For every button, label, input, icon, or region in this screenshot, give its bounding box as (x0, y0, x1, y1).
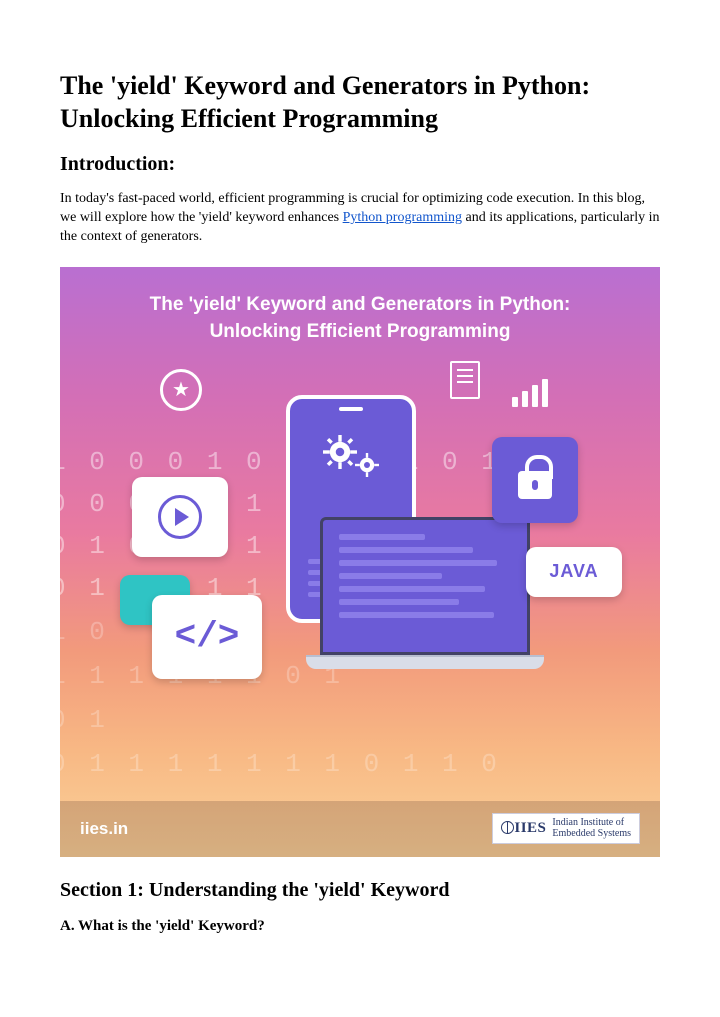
bars-icon (512, 379, 548, 407)
globe-icon (501, 821, 514, 834)
iies-sub2: Embedded Systems (552, 829, 631, 840)
lock-icon (492, 437, 578, 523)
binary-row: 1 0 (60, 617, 109, 647)
document-icon (450, 361, 480, 399)
intro-heading: Introduction: (60, 153, 660, 176)
binary-row: 1 0 0 0 1 0 0 1 0 1 0 1 (60, 447, 501, 477)
laptop-illustration (306, 517, 544, 677)
play-icon (132, 477, 228, 557)
java-badge: JAVA (526, 547, 622, 597)
code-icon: </> (152, 595, 262, 679)
site-label: iies.in (80, 819, 128, 839)
hero-title: The 'yield' Keyword and Generators in Py… (60, 291, 660, 346)
binary-row: 0 1 1 1 1 1 1 1 0 1 1 0 (60, 749, 501, 779)
python-link[interactable]: Python programming (343, 210, 462, 225)
iies-logo: IIES (501, 821, 546, 837)
section1a-heading: A. What is the 'yield' Keyword? (60, 918, 660, 935)
gear-icon (323, 435, 357, 469)
iies-badge: IIES Indian Institute of Embedded System… (492, 813, 640, 844)
gear-icon (355, 453, 379, 477)
page-title: The 'yield' Keyword and Generators in Py… (60, 70, 660, 135)
binary-row: 0 1 (60, 705, 109, 735)
intro-paragraph: In today's fast-paced world, efficient p… (60, 190, 660, 247)
section1-heading: Section 1: Understanding the 'yield' Key… (60, 879, 660, 902)
hero-title-line1: The 'yield' Keyword and Generators in Py… (90, 291, 630, 319)
hero-image: The 'yield' Keyword and Generators in Py… (60, 267, 660, 857)
hero-footer: iies.in IIES Indian Institute of Embedde… (60, 801, 660, 857)
star-icon: ★ (160, 369, 202, 411)
hero-title-line2: Unlocking Efficient Programming (90, 318, 630, 346)
java-label: JAVA (549, 561, 598, 582)
